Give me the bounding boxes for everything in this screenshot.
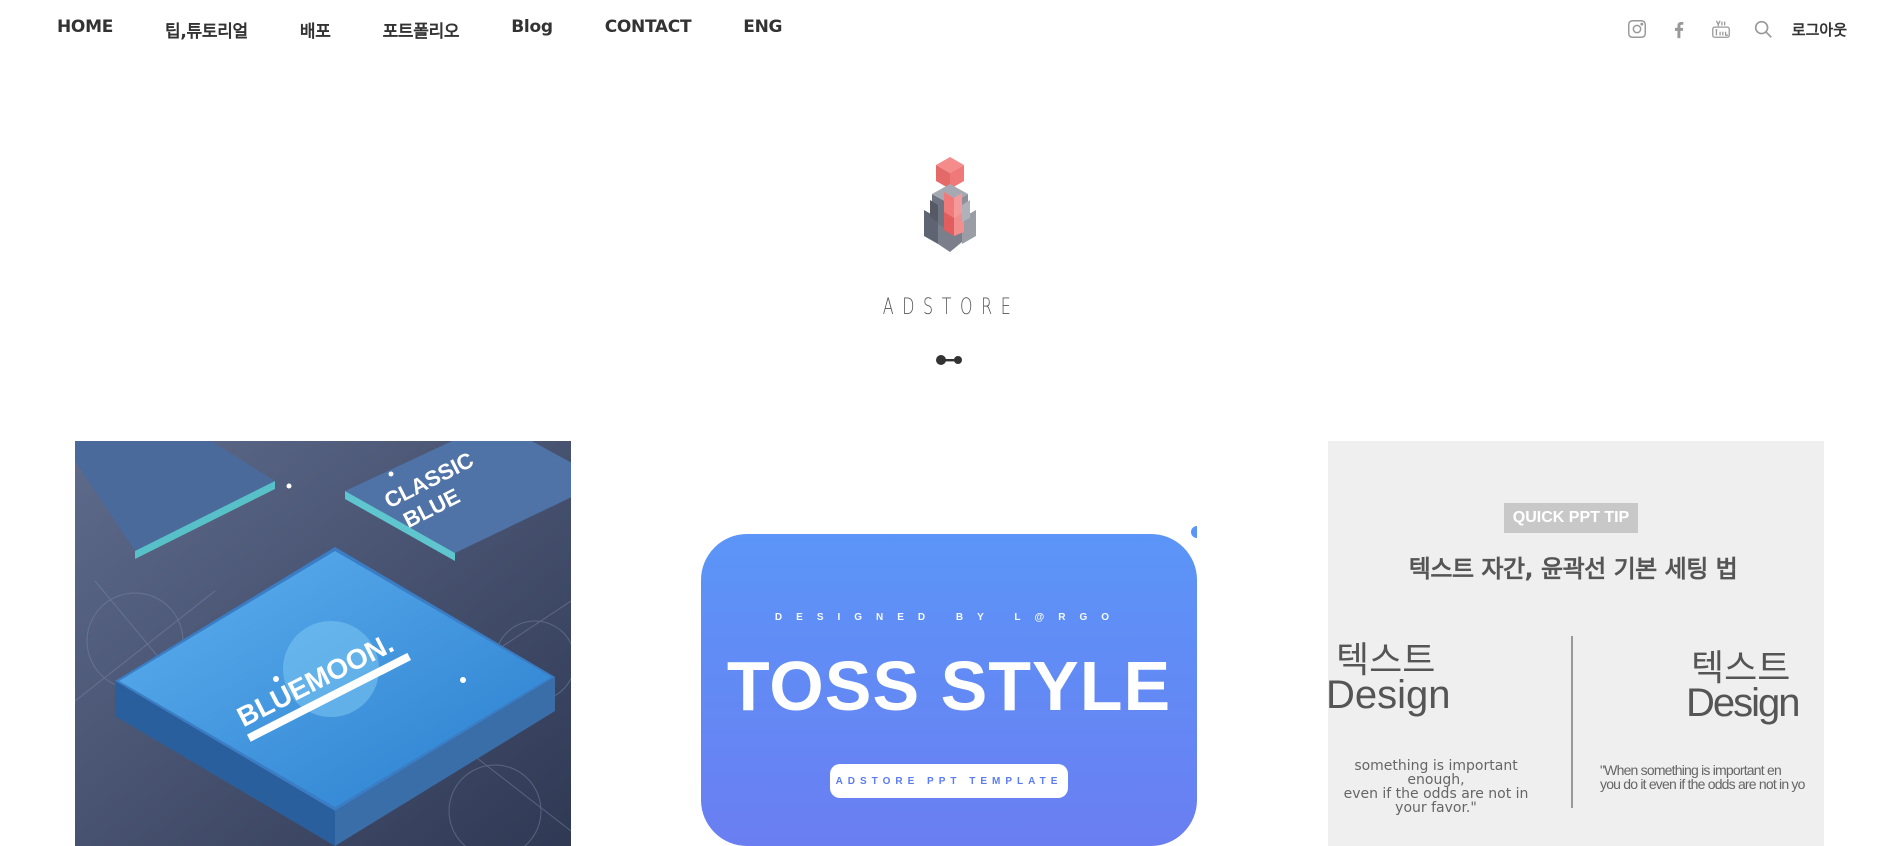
main-menu: HOME 팁,튜토리얼 배포 포트폴리오 Blog CONTACT ENG bbox=[57, 17, 834, 42]
left-quote: something is important enough, even if t… bbox=[1343, 758, 1529, 816]
menu-item-contact[interactable]: CONTACT bbox=[605, 17, 692, 42]
quick-tip-badge: QUICK PPT TIP bbox=[1504, 503, 1638, 533]
instagram-icon[interactable] bbox=[1626, 18, 1648, 40]
portfolio-card-quick-tip[interactable]: QUICK PPT TIP 텍스트 자간, 윤곽선 기본 세팅 법 텍스트 De… bbox=[1328, 441, 1824, 846]
comparison-divider bbox=[1571, 636, 1573, 808]
facebook-icon[interactable] bbox=[1668, 18, 1690, 40]
menu-item-portfolio[interactable]: 포트폴리오 bbox=[383, 17, 460, 42]
menu-item-home[interactable]: HOME bbox=[57, 17, 113, 42]
header-actions: 로그아웃 bbox=[1606, 18, 1847, 40]
brand-wordmark: ADSTORE bbox=[882, 295, 1020, 320]
toss-subtitle: DESIGNED BY L@RGO bbox=[774, 612, 1124, 623]
top-navigation: HOME 팁,튜토리얼 배포 포트폴리오 Blog CONTACT ENG 로그… bbox=[0, 0, 1903, 58]
adstore-logo-icon[interactable] bbox=[900, 152, 1000, 272]
toss-title: TOSS STYLE bbox=[726, 647, 1172, 725]
portfolio-card-toss-style[interactable]: DESIGNED BY L@RGO TOSS STYLE ADSTORE PPT… bbox=[701, 441, 1197, 846]
divider-dots-icon bbox=[936, 355, 962, 365]
right-quote: "When something is important en you do i… bbox=[1600, 762, 1805, 792]
left-english-sample: Design bbox=[1328, 673, 1451, 717]
portfolio-card-bluemoon[interactable]: CLASSIC BLUE BLUEMOON. bbox=[75, 441, 571, 846]
toss-corner-dot bbox=[1191, 526, 1197, 538]
youtube-icon[interactable] bbox=[1710, 18, 1732, 40]
menu-item-eng[interactable]: ENG bbox=[743, 17, 782, 42]
toss-style-panel: DESIGNED BY L@RGO TOSS STYLE ADSTORE PPT… bbox=[701, 534, 1197, 846]
bluemoon-business-card-image: CLASSIC BLUE BLUEMOON. bbox=[75, 441, 571, 846]
menu-item-blog[interactable]: Blog bbox=[511, 17, 553, 42]
menu-item-tips-tutorials[interactable]: 팁,튜토리얼 bbox=[165, 17, 248, 42]
search-icon[interactable] bbox=[1752, 18, 1774, 40]
menu-item-distribution[interactable]: 배포 bbox=[300, 17, 331, 42]
right-english-sample: Design bbox=[1686, 681, 1801, 725]
logout-link[interactable]: 로그아웃 bbox=[1792, 19, 1847, 40]
quick-tip-title: 텍스트 자간, 윤곽선 기본 세팅 법 bbox=[1408, 555, 1738, 583]
toss-template-pill: ADSTORE PPT TEMPLATE bbox=[830, 764, 1068, 798]
